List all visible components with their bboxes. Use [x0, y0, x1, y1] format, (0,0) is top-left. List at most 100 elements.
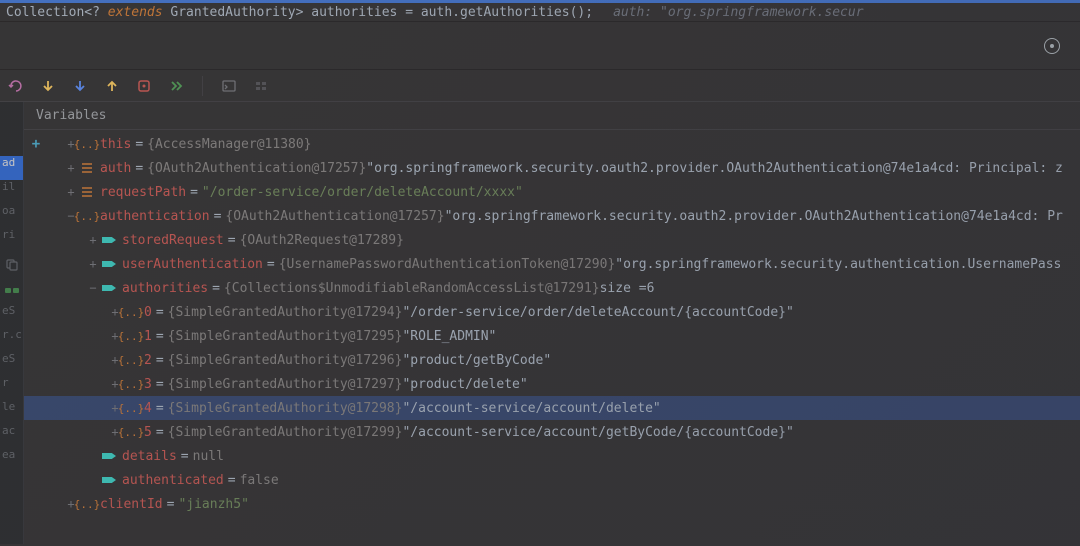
- object-braces-icon: {..}: [122, 353, 140, 367]
- variable-name: auth: [100, 161, 131, 176]
- variable-row[interactable]: + userAuthentication = {UsernamePasswordA…: [24, 252, 1080, 276]
- code-token-extends: extends: [108, 5, 163, 20]
- variables-panel: Variables ++{..}this = {AccessManager@11…: [24, 102, 1080, 544]
- string-value: "product/getByCode": [402, 353, 551, 368]
- inline-debug-hint: auth: "org.springframework.secur: [613, 5, 863, 20]
- gutter-item[interactable]: le: [0, 400, 23, 424]
- evaluate-expression-icon[interactable]: [134, 76, 154, 96]
- variable-row[interactable]: +auth = {OAuth2Authentication@17257} "or…: [24, 156, 1080, 180]
- array-index: 4: [144, 401, 152, 416]
- size-label: size =: [600, 281, 647, 296]
- equals-sign: =: [156, 305, 164, 320]
- gutter-item[interactable]: ad: [0, 156, 23, 180]
- array-index: 0: [144, 305, 152, 320]
- string-value: "/order-service/order/deleteAccount/{acc…: [402, 305, 793, 320]
- variable-name: userAuthentication: [122, 257, 263, 272]
- variable-name: authorities: [122, 281, 208, 296]
- variable-row[interactable]: details = null: [24, 444, 1080, 468]
- gutter-item[interactable]: ri: [0, 228, 23, 252]
- equals-sign: =: [156, 329, 164, 344]
- tree-expander[interactable]: −: [86, 281, 100, 295]
- variable-row[interactable]: +{..}clientId = "jianzh5": [24, 492, 1080, 516]
- editor-current-line: Collection <? extends GrantedAuthority >…: [0, 0, 1080, 22]
- add-watch-icon[interactable]: +: [32, 136, 40, 152]
- variable-row[interactable]: +{..}0 = {SimpleGrantedAuthority@17294} …: [24, 300, 1080, 324]
- layout-settings-icon[interactable]: [251, 76, 271, 96]
- equals-sign: =: [214, 209, 222, 224]
- object-reference: {OAuth2Authentication@17257}: [225, 209, 444, 224]
- object-braces-icon: {..}: [122, 425, 140, 439]
- string-value: "/order-service/order/deleteAccount/xxxx…: [202, 185, 523, 200]
- gutter-item[interactable]: eS: [0, 304, 23, 328]
- gutter-item[interactable]: [0, 132, 23, 156]
- variable-name: this: [100, 137, 131, 152]
- step-into-icon[interactable]: [70, 76, 90, 96]
- copy-icon[interactable]: [0, 252, 23, 278]
- code-token-generic-close: >: [296, 5, 304, 20]
- watch-icon[interactable]: [0, 278, 23, 304]
- variable-row[interactable]: +{..}1 = {SimpleGrantedAuthority@17295} …: [24, 324, 1080, 348]
- gutter-item[interactable]: il: [0, 180, 23, 204]
- equals-sign: =: [212, 281, 220, 296]
- tree-expander[interactable]: +: [86, 257, 100, 271]
- gutter-item[interactable]: r: [0, 376, 23, 400]
- code-token-assign: =: [405, 5, 413, 20]
- object-braces-icon: {..}: [122, 401, 140, 415]
- object-reference: {SimpleGrantedAuthority@17294}: [168, 305, 403, 320]
- equals-sign: =: [190, 185, 198, 200]
- left-gutter: ad il oa ri eS r.c eS r le ac ea: [0, 102, 24, 544]
- equals-sign: =: [156, 377, 164, 392]
- variable-name: requestPath: [100, 185, 186, 200]
- object-braces-icon: {..}: [122, 329, 140, 343]
- gutter-item[interactable]: oa: [0, 204, 23, 228]
- size-value: 6: [647, 281, 655, 296]
- code-token-generic-open: <?: [84, 5, 100, 20]
- object-reference: {UsernamePasswordAuthenticationToken@172…: [279, 257, 616, 272]
- equals-sign: =: [135, 161, 143, 176]
- gutter-item[interactable]: eS: [0, 352, 23, 376]
- variable-row[interactable]: +{..}5 = {SimpleGrantedAuthority@17299} …: [24, 420, 1080, 444]
- variable-row[interactable]: −{..}authentication = {OAuth2Authenticat…: [24, 204, 1080, 228]
- console-icon[interactable]: [219, 76, 239, 96]
- step-over-icon[interactable]: [38, 76, 58, 96]
- variable-name: authentication: [100, 209, 210, 224]
- variable-row[interactable]: + requestPath = "/order-service/order/del…: [24, 180, 1080, 204]
- rerun-icon[interactable]: [6, 76, 26, 96]
- gutter-item[interactable]: ea: [0, 448, 23, 472]
- step-out-icon[interactable]: [102, 76, 122, 96]
- target-icon[interactable]: [1044, 38, 1060, 54]
- array-index: 3: [144, 377, 152, 392]
- variable-row[interactable]: authenticated = false: [24, 468, 1080, 492]
- tree-expander[interactable]: +: [64, 185, 78, 199]
- variable-row[interactable]: +storedRequest = {OAuth2Request@17289}: [24, 228, 1080, 252]
- string-value: "jianzh5": [178, 497, 248, 512]
- gutter-item[interactable]: ac: [0, 424, 23, 448]
- gutter-item[interactable]: r.c: [0, 328, 23, 352]
- equals-sign: =: [267, 257, 275, 272]
- equals-sign: =: [228, 233, 236, 248]
- object-braces-icon: {..}: [122, 305, 140, 319]
- variable-row[interactable]: −authorities = {Collections$Unmodifiable…: [24, 276, 1080, 300]
- null-value: null: [193, 449, 224, 464]
- object-braces-icon: {..}: [78, 497, 96, 511]
- tree-expander[interactable]: +: [86, 233, 100, 247]
- object-braces-icon: {..}: [78, 209, 96, 223]
- object-reference: {SimpleGrantedAuthority@17295}: [168, 329, 403, 344]
- code-token-type: Collection: [6, 5, 84, 20]
- string-value: "org.springframework.security.oauth2.pro…: [366, 161, 1063, 176]
- code-token-parens: ();: [570, 5, 593, 20]
- variable-row[interactable]: +{..}2 = {SimpleGrantedAuthority@17296} …: [24, 348, 1080, 372]
- variable-row[interactable]: +{..}4 = {SimpleGrantedAuthority@17298} …: [24, 396, 1080, 420]
- equals-sign: =: [181, 449, 189, 464]
- tree-expander[interactable]: +: [64, 161, 78, 175]
- variable-row[interactable]: +{..}3 = {SimpleGrantedAuthority@17297} …: [24, 372, 1080, 396]
- variable-row[interactable]: ++{..}this = {AccessManager@11380}: [24, 132, 1080, 156]
- object-reference: {OAuth2Request@17289}: [240, 233, 404, 248]
- resume-icon[interactable]: [166, 76, 186, 96]
- code-token-var: authorities: [311, 5, 397, 20]
- boolean-value: false: [240, 473, 279, 488]
- string-value: "org.springframework.security.authentica…: [615, 257, 1061, 272]
- code-token-obj: auth: [421, 5, 452, 20]
- variables-tab[interactable]: Variables: [24, 102, 1080, 130]
- object-reference: {AccessManager@11380}: [147, 137, 311, 152]
